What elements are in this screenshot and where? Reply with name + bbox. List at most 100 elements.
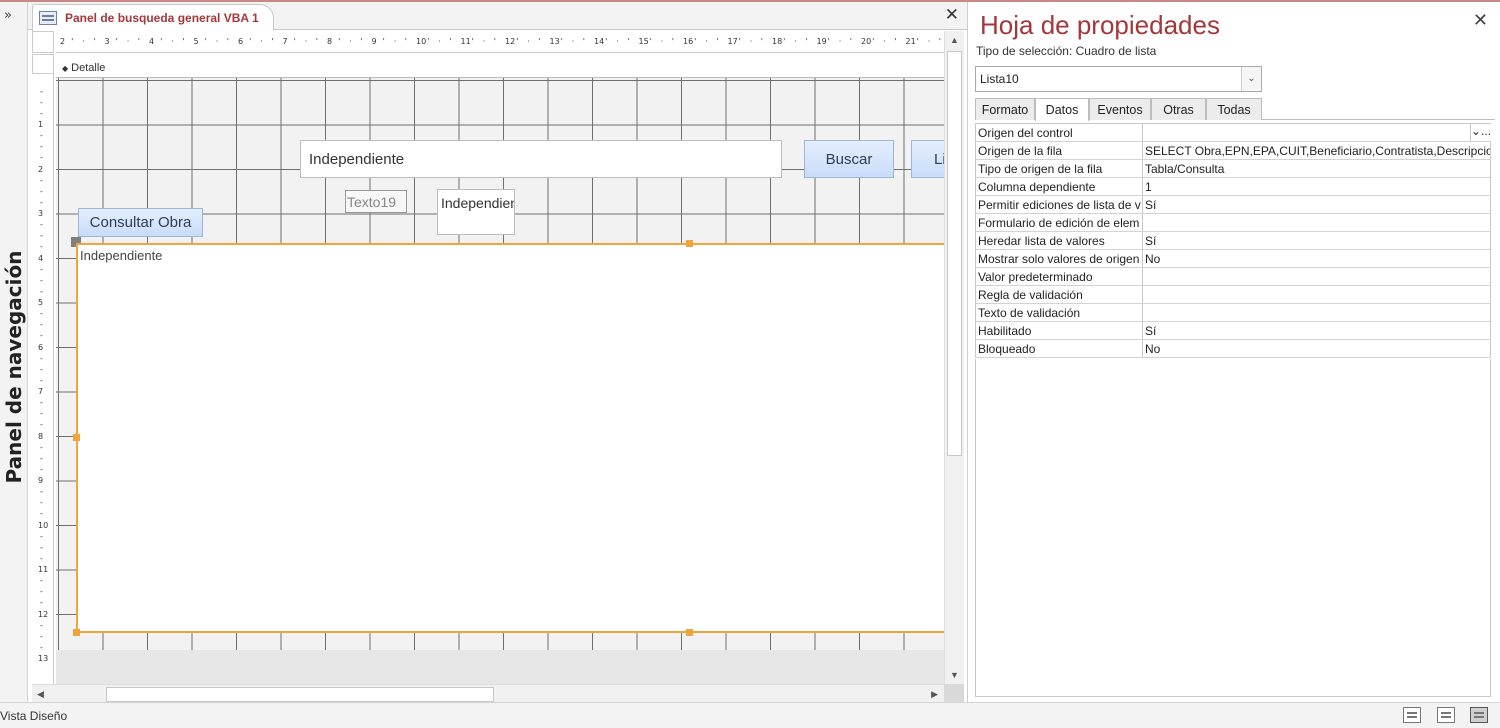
ruler-tick-label: 5	[38, 298, 44, 307]
ruler-tick-label: 2	[38, 164, 44, 174]
resize-handle-top[interactable]	[686, 240, 693, 247]
ruler-minor-tick: -	[40, 320, 43, 330]
search-textbox[interactable]: Independiente	[300, 140, 782, 178]
chevron-down-icon[interactable]: ⌄	[1241, 67, 1261, 91]
resize-handle-left[interactable]	[73, 434, 80, 441]
buscar-button[interactable]: Buscar	[804, 140, 894, 178]
property-value[interactable]	[1143, 286, 1491, 303]
property-row[interactable]: Origen de la fila SELECT Obra,EPN,EPA,CUI…	[975, 142, 1491, 160]
tab-datos[interactable]: Datos	[1035, 98, 1089, 121]
listbox-lista10[interactable]: Independiente	[76, 243, 944, 633]
clipped-button[interactable]: Li	[911, 140, 944, 178]
tab-formato[interactable]: Formato	[975, 98, 1035, 120]
section-header-detalle[interactable]: ◆ Detalle	[56, 58, 944, 78]
section-selector[interactable]	[32, 54, 54, 74]
ruler-minor-tick: -	[40, 331, 43, 341]
design-grid[interactable]: Independiente Buscar Li Texto19 Independ…	[56, 78, 944, 650]
selection-type-label: Tipo de selección:	[976, 44, 1073, 58]
ruler-tick-label: 17	[727, 37, 738, 46]
consultar-obra-button[interactable]: Consultar Obra	[78, 208, 203, 237]
close-property-sheet-icon[interactable]: ✕	[1473, 10, 1488, 31]
property-name: Regla de validación	[975, 286, 1143, 303]
property-row[interactable]: Mostrar solo valores de origen No	[975, 250, 1491, 268]
property-value[interactable]: 1	[1143, 178, 1491, 195]
object-selector-combo[interactable]: Lista10 ⌄	[975, 66, 1262, 92]
vertical-scroll-thumb[interactable]	[947, 51, 962, 456]
property-value[interactable]: Sí	[1143, 322, 1491, 339]
property-value[interactable]: Sí	[1143, 232, 1491, 249]
ruler-minor-tick: ·	[571, 37, 575, 46]
ruler-tick-label: 1	[38, 120, 44, 129]
ruler-tick-label: 16	[683, 37, 694, 46]
ruler-minor-tick: '	[204, 37, 207, 46]
property-value[interactable]	[1143, 124, 1471, 141]
ruler-minor-tick: '	[471, 37, 474, 46]
property-row[interactable]: Heredar lista de valores Sí	[975, 232, 1491, 250]
ruler-minor-tick: -	[40, 531, 43, 541]
property-row[interactable]: Texto de validación	[975, 304, 1491, 322]
resize-handle-bottom-left[interactable]	[73, 629, 80, 636]
scroll-down-icon[interactable]: ▼	[950, 670, 959, 680]
property-value[interactable]: Tabla/Consulta	[1143, 160, 1491, 177]
ruler-minor-tick: '	[449, 37, 452, 46]
builder-button[interactable]: ...	[1481, 124, 1491, 138]
property-row[interactable]: Habilitado Sí	[975, 322, 1491, 340]
property-value[interactable]: SELECT Obra,EPN,EPA,CUIT,Beneficiario,Co…	[1143, 142, 1491, 159]
property-row[interactable]: Columna dependiente 1	[975, 178, 1491, 196]
tab-eventos[interactable]: Eventos	[1089, 98, 1151, 120]
horizontal-scroll-thumb[interactable]	[106, 687, 494, 702]
chevron-down-icon[interactable]: ⌄	[1471, 124, 1481, 138]
ruler-minor-tick: -	[40, 197, 43, 207]
form-selector[interactable]	[32, 31, 54, 53]
property-row[interactable]: Regla de validación	[975, 286, 1491, 304]
property-value[interactable]	[1143, 214, 1491, 231]
texto19-label[interactable]: Texto19	[345, 190, 407, 213]
vertical-ruler[interactable]: 1- - -2- - -3- - -4- - -5- - -6- - -7- - -8- - -9- - -10- -…	[32, 54, 54, 684]
property-row[interactable]: Origen del control ⌄...	[975, 124, 1491, 142]
ruler-minor-tick: -	[40, 631, 43, 641]
ruler-minor-tick: '	[71, 37, 74, 46]
tab-todas[interactable]: Todas	[1206, 98, 1262, 120]
property-row[interactable]: Formulario de edición de elem	[975, 214, 1491, 232]
resize-handle-bottom[interactable]	[686, 629, 693, 636]
property-value[interactable]: Sí	[1143, 196, 1491, 213]
form-view-icon[interactable]	[1403, 707, 1421, 723]
expand-nav-icon[interactable]: »	[4, 8, 12, 23]
ruler-minor-tick: ·	[393, 37, 397, 46]
navigation-pane[interactable]: » Panel de navegación	[0, 2, 28, 702]
property-value[interactable]	[1143, 268, 1491, 285]
property-row[interactable]: Tipo de origen de la fila Tabla/Consulta	[975, 160, 1491, 178]
scroll-up-icon[interactable]: ▲	[950, 35, 959, 45]
document-tab[interactable]: Panel de busqueda general VBA 1	[32, 4, 274, 31]
ruler-tick-label: 4	[149, 37, 155, 46]
property-row[interactable]: Valor predeterminado	[975, 268, 1491, 286]
design-view-icon[interactable]	[1470, 707, 1488, 723]
property-row[interactable]: Bloqueado No	[975, 340, 1491, 358]
ruler-minor-tick: ·	[304, 37, 308, 46]
layout-view-icon[interactable]	[1437, 707, 1455, 723]
ruler-tick-label: 19	[816, 37, 827, 46]
property-value[interactable]: No	[1143, 250, 1491, 267]
navigation-pane-label[interactable]: Panel de navegación	[2, 251, 26, 484]
close-document-icon[interactable]: ✕	[945, 5, 959, 25]
tab-otras[interactable]: Otras	[1151, 98, 1206, 120]
horizontal-ruler[interactable]: 2 ' · ' 3 ' · ' 4 ' · ' 5 ' · ' 6 ' · ' 7 ' · ' 8 ' · ' 9 ' · ' 10 ' · ' 11 '…	[56, 31, 944, 53]
small-textbox[interactable]: Independiente	[437, 189, 515, 235]
scroll-left-icon[interactable]: ◀	[37, 689, 44, 700]
property-value[interactable]: No	[1143, 340, 1491, 357]
property-value[interactable]	[1143, 304, 1491, 321]
scroll-right-icon[interactable]: ▶	[931, 689, 938, 700]
property-name: Formulario de edición de elem	[975, 214, 1143, 231]
ruler-minor-tick: -	[40, 97, 43, 107]
ruler-tick-label: 13	[38, 654, 49, 663]
form-design-window: Panel de busqueda general VBA 1 ✕ 2 ' · ' 3 '…	[28, 2, 967, 704]
property-row[interactable]: Permitir ediciones de lista de v Sí	[975, 196, 1491, 214]
vertical-scrollbar[interactable]: ▲ ▼	[944, 31, 964, 684]
ruler-minor-tick: '	[649, 37, 652, 46]
horizontal-scrollbar[interactable]: ◀ ▶	[32, 684, 944, 704]
ruler-minor-tick: '	[315, 37, 318, 46]
ruler-tick-label: 11	[460, 37, 471, 46]
ruler-minor-tick: '	[716, 37, 719, 46]
ruler-tick-label: 18	[772, 37, 783, 46]
ruler-tick-label: 5	[193, 37, 199, 46]
